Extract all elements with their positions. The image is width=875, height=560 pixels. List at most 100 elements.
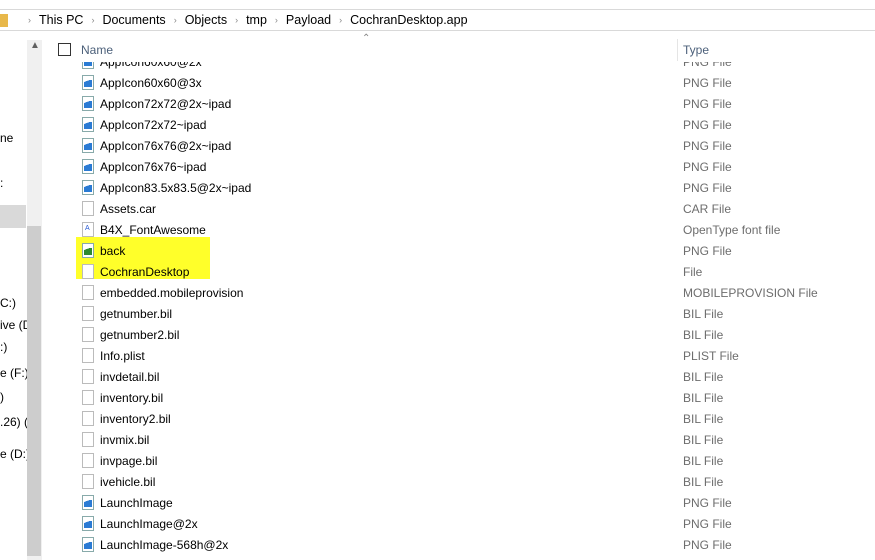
file-name: CochranDesktop (100, 265, 190, 279)
file-type: OpenType font file (683, 223, 781, 237)
file-type: BIL File (683, 307, 724, 321)
chevron-right-icon[interactable]: › (174, 15, 177, 25)
file-name: Info.plist (100, 349, 145, 363)
image-file-icon (82, 117, 94, 132)
select-all-checkbox[interactable] (58, 43, 71, 56)
file-row[interactable]: ivehicle.bil BIL File (42, 471, 875, 492)
file-row[interactable]: AppIcon83.5x83.5@2x~ipad PNG File (42, 177, 875, 198)
breadcrumb-item[interactable]: This PC (39, 13, 83, 27)
file-icon (82, 264, 94, 279)
file-row[interactable]: embedded.mobileprovision MOBILEPROVISION … (42, 282, 875, 303)
file-row[interactable]: AppIcon76x76~ipad PNG File (42, 156, 875, 177)
file-type: PNG File (683, 97, 732, 111)
image-file-icon (82, 243, 94, 258)
breadcrumb-item[interactable]: Payload (286, 13, 331, 27)
file-icon (82, 348, 94, 363)
nav-item[interactable]: :) (0, 340, 7, 354)
file-row[interactable]: getnumber2.bil BIL File (42, 324, 875, 345)
image-file-icon (82, 159, 94, 174)
file-type: BIL File (683, 328, 724, 342)
file-row[interactable]: invdetail.bil BIL File (42, 366, 875, 387)
file-row[interactable]: B4X_FontAwesome OpenType font file (42, 219, 875, 240)
image-file-icon (82, 495, 94, 510)
chevron-right-icon[interactable]: › (339, 15, 342, 25)
image-file-icon (82, 138, 94, 153)
file-row[interactable]: inventory2.bil BIL File (42, 408, 875, 429)
file-icon (82, 474, 94, 489)
file-name: getnumber.bil (100, 307, 173, 321)
nav-selected-highlight (0, 205, 26, 228)
file-name: getnumber2.bil (100, 328, 180, 342)
file-name: invmix.bil (100, 433, 150, 447)
file-row[interactable]: invmix.bil BIL File (42, 429, 875, 450)
column-divider[interactable] (677, 39, 678, 61)
breadcrumb-item[interactable]: Objects (185, 13, 227, 27)
file-row[interactable]: LaunchImage@2x PNG File (42, 513, 875, 534)
file-row[interactable]: LaunchImage-568h@2x PNG File (42, 534, 875, 555)
file-icon (82, 369, 94, 384)
chevron-right-icon[interactable]: › (275, 15, 278, 25)
file-row[interactable]: AppIcon76x76@2x~ipad PNG File (42, 135, 875, 156)
nav-item[interactable]: e (D:) (0, 447, 30, 461)
nav-scrollbar-thumb[interactable] (27, 226, 41, 556)
file-name: AppIcon76x76~ipad (100, 160, 207, 174)
chevron-right-icon[interactable]: › (91, 15, 94, 25)
breadcrumb-item[interactable]: CochranDesktop.app (350, 13, 467, 27)
chevron-right-icon[interactable]: › (235, 15, 238, 25)
nav-item[interactable]: C:) (0, 296, 16, 310)
file-icon (82, 306, 94, 321)
file-name: embedded.mobileprovision (100, 286, 244, 300)
file-row[interactable]: AppIcon72x72~ipad PNG File (42, 114, 875, 135)
file-type: PNG File (683, 62, 732, 69)
file-type: PNG File (683, 181, 732, 195)
nav-item[interactable]: : (0, 176, 3, 190)
file-type: PNG File (683, 118, 732, 132)
file-type: PNG File (683, 538, 732, 552)
chevron-right-icon[interactable]: › (28, 15, 31, 25)
file-row[interactable]: Info.plist PLIST File (42, 345, 875, 366)
file-name: invpage.bil (100, 454, 158, 468)
file-row[interactable]: Assets.car CAR File (42, 198, 875, 219)
file-row[interactable]: invpage.bil BIL File (42, 450, 875, 471)
file-row[interactable]: getnumber.bil BIL File (42, 303, 875, 324)
file-name: AppIcon60x60@2x (100, 62, 202, 69)
file-name: AppIcon72x72@2x~ipad (100, 97, 232, 111)
scroll-up-icon[interactable]: ▲ (30, 40, 40, 51)
file-row[interactable]: back PNG File (42, 240, 875, 261)
file-type: BIL File (683, 475, 724, 489)
file-row[interactable]: AppIcon60x60@2x PNG File (42, 62, 875, 72)
image-file-icon (82, 537, 94, 552)
nav-item[interactable]: e (F:) (0, 366, 29, 380)
address-bar[interactable]: › This PC › Documents › Objects › tmp › Payload › C… (0, 9, 875, 31)
column-header-name[interactable]: Name (81, 43, 113, 57)
nav-item[interactable]: ) (0, 390, 4, 404)
file-type: MOBILEPROVISION File (683, 286, 818, 300)
file-row[interactable]: AppIcon60x60@3x PNG File (42, 72, 875, 93)
file-name: AppIcon76x76@2x~ipad (100, 139, 232, 153)
breadcrumb-item[interactable]: Documents (102, 13, 165, 27)
file-name: LaunchImage (100, 496, 173, 510)
file-name: back (100, 244, 126, 258)
file-row[interactable]: LaunchImage PNG File (42, 492, 875, 513)
file-type: PNG File (683, 160, 732, 174)
nav-scrollbar[interactable]: ▲ (27, 40, 42, 560)
font-file-icon (82, 222, 94, 237)
file-name: LaunchImage-568h@2x (100, 538, 229, 552)
file-type: PNG File (683, 76, 732, 90)
nav-item[interactable]: ne (0, 131, 13, 145)
file-row[interactable]: CochranDesktop File (42, 261, 875, 282)
folder-icon (0, 13, 8, 27)
file-type: File (683, 265, 703, 279)
column-header: Name ⌃ Type (42, 33, 875, 62)
file-row[interactable]: AppIcon72x72@2x~ipad PNG File (42, 93, 875, 114)
file-row[interactable]: inventory.bil BIL File (42, 387, 875, 408)
file-icon (82, 411, 94, 426)
file-name: AppIcon60x60@3x (100, 76, 202, 90)
file-type: BIL File (683, 391, 724, 405)
file-type: PNG File (683, 496, 732, 510)
column-header-type[interactable]: Type (683, 43, 709, 57)
breadcrumb-item[interactable]: tmp (246, 13, 267, 27)
file-icon (82, 453, 94, 468)
sort-ascending-icon: ⌃ (362, 33, 371, 44)
nav-item[interactable]: .26) ( (0, 415, 28, 429)
